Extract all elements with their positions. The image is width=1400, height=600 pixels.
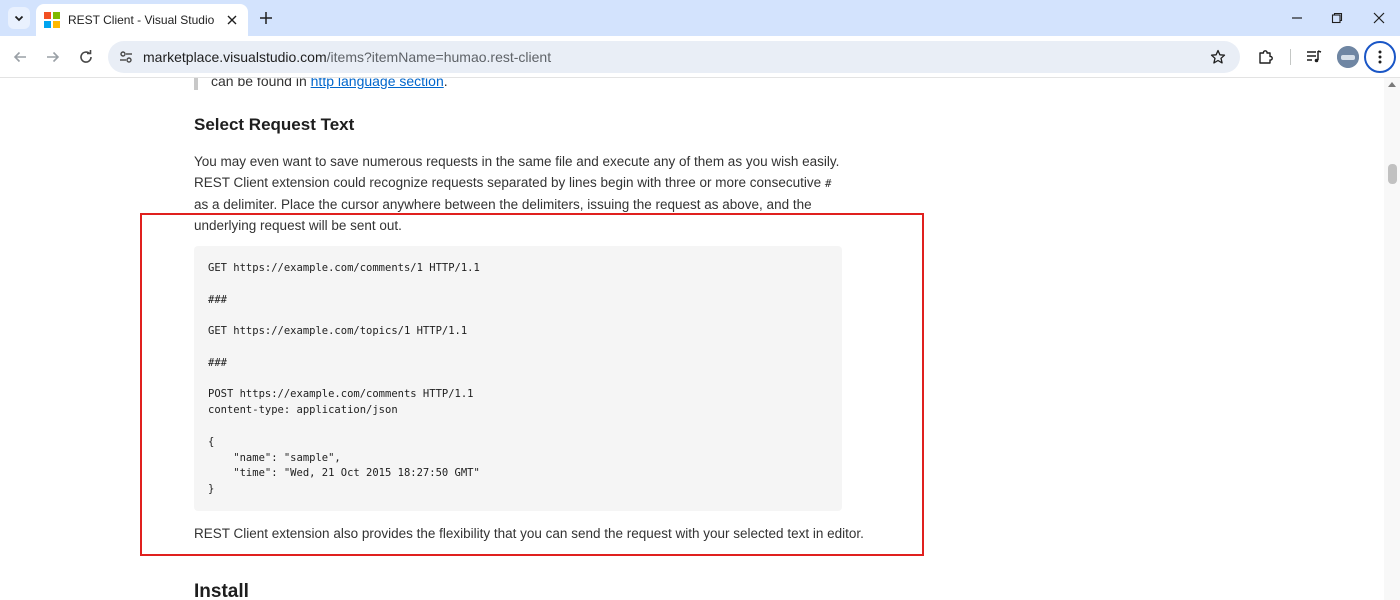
scrollbar-thumb[interactable] — [1388, 164, 1397, 184]
section-heading: Select Request Text — [194, 115, 355, 134]
tab-search-button[interactable] — [8, 7, 30, 29]
star-icon — [1210, 49, 1226, 64]
url-host: marketplace.visualstudio.com — [143, 49, 327, 65]
inline-code: # — [824, 177, 832, 190]
arrow-left-icon — [13, 51, 26, 63]
blockquote-note: can be found in http language section. — [194, 78, 448, 90]
tab-title: REST Client - Visual Studio Marketplace — [68, 13, 217, 27]
restore-button[interactable] — [1323, 6, 1351, 30]
avatar-icon — [1337, 46, 1359, 68]
reload-icon — [80, 50, 92, 63]
queue-music-icon — [1307, 50, 1322, 63]
plus-icon — [260, 12, 272, 24]
install-heading: Install — [194, 581, 249, 600]
more-vertical-icon — [1378, 50, 1382, 64]
code-content: GET https://example.com/comments/1 HTTP/… — [208, 262, 480, 496]
profile-avatar[interactable] — [1337, 46, 1359, 68]
quote-suffix: . — [443, 78, 448, 89]
toolbar-separator — [1290, 49, 1291, 65]
section-paragraph: You may even want to save numerous reque… — [194, 151, 844, 236]
close-icon — [227, 15, 237, 25]
page-scrollbar[interactable] — [1384, 78, 1400, 600]
arrow-right-icon — [47, 51, 60, 63]
tab-strip: REST Client - Visual Studio Marketplace — [0, 0, 1400, 36]
page-content: can be found in http language section. S… — [0, 78, 1384, 600]
http-language-section-link[interactable]: http language section — [311, 78, 444, 89]
url-text[interactable]: marketplace.visualstudio.com/items?itemN… — [143, 49, 551, 65]
minimize-button[interactable] — [1283, 6, 1311, 30]
bookmark-button[interactable] — [1208, 47, 1228, 67]
back-button[interactable] — [8, 45, 32, 69]
microsoft-logo-icon — [44, 12, 60, 28]
browser-toolbar: marketplace.visualstudio.com/items?itemN… — [0, 36, 1400, 78]
extensions-button[interactable] — [1254, 45, 1278, 69]
address-bar[interactable]: marketplace.visualstudio.com/items?itemN… — [108, 41, 1240, 73]
puzzle-icon — [1259, 50, 1273, 64]
restore-icon — [1331, 12, 1343, 24]
close-window-button[interactable] — [1365, 6, 1393, 30]
selection-paragraph: REST Client extension also provides the … — [194, 526, 864, 541]
tune-icon — [120, 51, 132, 63]
scroll-up-arrow-icon[interactable] — [1388, 82, 1396, 87]
site-info-button[interactable] — [116, 47, 136, 67]
tab-close-button[interactable] — [225, 12, 240, 28]
reload-button[interactable] — [74, 45, 98, 69]
quote-prefix: can be found in — [211, 78, 311, 89]
paragraph-part2: as a delimiter. Place the cursor anywher… — [194, 197, 812, 233]
paragraph-part1: You may even want to save numerous reque… — [194, 154, 840, 190]
new-tab-button[interactable] — [256, 8, 276, 28]
media-controls-button[interactable] — [1302, 45, 1326, 69]
browser-menu-button[interactable] — [1364, 41, 1396, 73]
chevron-down-icon — [14, 15, 24, 22]
close-icon — [1373, 12, 1385, 24]
url-path: /items?itemName=humao.rest-client — [326, 49, 552, 65]
code-block: GET https://example.com/comments/1 HTTP/… — [194, 246, 842, 511]
forward-button[interactable] — [41, 45, 65, 69]
minimize-icon — [1292, 17, 1302, 19]
active-tab[interactable]: REST Client - Visual Studio Marketplace — [36, 4, 248, 36]
